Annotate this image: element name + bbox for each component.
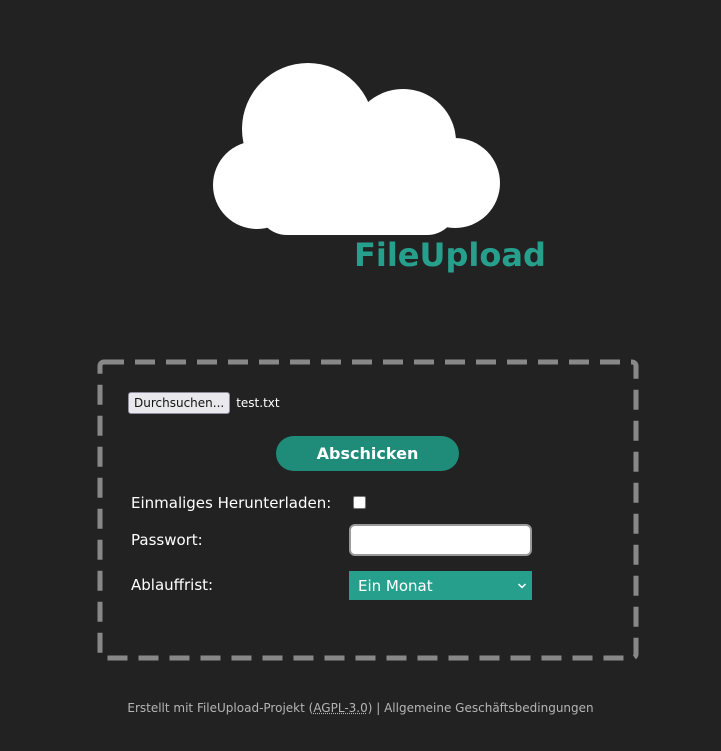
footer-prefix: Erstellt mit FileUpload-Projekt ( [127,701,314,715]
app-logo-text: FileUpload [354,236,546,274]
selected-file-name: test.txt [236,396,280,410]
password-input[interactable] [349,524,532,556]
browse-button[interactable]: Durchsuchen... [128,392,231,414]
submit-button[interactable]: Abschicken [276,436,459,471]
chevron-down-icon [517,582,527,589]
license-abbr: AGPL-3.0 [313,701,368,715]
footer-separator: ) | [367,701,385,715]
expiry-select[interactable]: Ein Monat [349,571,532,600]
page: FileUpload Durchsuchen... test.txt Absch… [0,0,721,751]
file-picker[interactable]: Durchsuchen... test.txt [128,392,280,414]
once-download-label: Einmaliges Herunterladen: [131,494,332,512]
footer: Erstellt mit FileUpload-Projekt (AGPL-3.… [0,701,721,715]
once-download-checkbox[interactable] [353,496,366,509]
expiry-label: Ablauffrist: [131,576,214,594]
cloud-icon [213,63,500,235]
expiry-selected-value: Ein Monat [358,576,433,595]
password-label: Passwort: [131,531,203,549]
terms-link[interactable]: Allgemeine Geschäftsbedingungen [384,701,594,715]
